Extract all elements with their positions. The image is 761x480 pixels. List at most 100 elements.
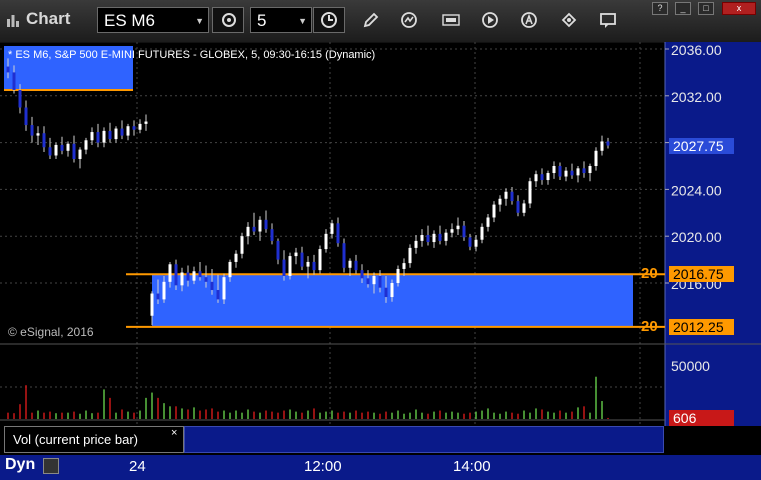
candle-body — [366, 278, 370, 285]
candle-body — [324, 233, 328, 250]
current-volume-badge: 606 — [669, 410, 734, 426]
candle-body — [168, 264, 172, 282]
chart-window: Chart ES M6 ▼ 5 ▼ ? _ □ x 2036.00 2032.0… — [0, 0, 761, 480]
window-title: Chart — [26, 9, 71, 28]
pencil-icon[interactable] — [362, 11, 380, 29]
candle-body — [228, 261, 232, 278]
candle-body — [222, 277, 226, 300]
candle-body — [138, 123, 142, 130]
candle-body — [348, 260, 352, 268]
candle-body — [270, 229, 274, 241]
candle-body — [210, 281, 214, 291]
candle-body — [408, 247, 412, 264]
minimize-button[interactable]: _ — [675, 2, 691, 15]
candle-body — [294, 252, 298, 257]
price-tick-label: 2032.00 — [671, 89, 722, 105]
candle-body — [234, 253, 238, 262]
candle-body — [60, 144, 64, 151]
candle-body — [180, 272, 184, 286]
candle-body — [276, 240, 280, 260]
candle-body — [462, 225, 466, 238]
candle-body — [522, 203, 526, 213]
candle-body — [360, 270, 364, 279]
candle-body — [510, 191, 514, 202]
candle-body — [54, 144, 58, 156]
price-tick-label: 2036.00 — [671, 42, 722, 58]
candle-body — [354, 260, 358, 271]
refresh-icon — [222, 13, 236, 27]
candle-body — [426, 235, 430, 243]
zone-count-label: 20 — [641, 265, 658, 282]
edit-icon[interactable] — [560, 11, 578, 29]
zone-price-badge: 2012.25 — [669, 319, 734, 335]
candle-body — [534, 174, 538, 182]
candle-body — [588, 166, 592, 174]
price-chart[interactable]: 2036.002032.002028.002024.002020.002016.… — [0, 42, 761, 455]
candle-body — [432, 233, 436, 243]
time-label: 14:00 — [453, 458, 491, 475]
candle-body — [516, 201, 520, 213]
candle-body — [78, 149, 82, 159]
price-tick-label: 2024.00 — [671, 182, 722, 198]
candle-body — [204, 277, 208, 282]
chevron-down-icon[interactable]: ▼ — [298, 8, 307, 34]
candle-body — [504, 191, 508, 199]
candle-body — [378, 275, 382, 288]
candle-body — [186, 272, 190, 281]
candle-body — [72, 143, 76, 159]
candle-body — [492, 204, 496, 218]
chevron-down-icon[interactable]: ▼ — [195, 8, 204, 34]
candle-body — [108, 130, 112, 140]
candle-body — [120, 128, 124, 136]
zone-count-label: 20 — [641, 318, 658, 335]
draw-tools-icon[interactable] — [400, 11, 418, 29]
candle-body — [570, 170, 574, 176]
candle-body — [132, 126, 136, 130]
candle-body — [114, 128, 118, 140]
candle-body — [282, 259, 286, 276]
maximize-button[interactable]: □ — [698, 2, 714, 15]
refresh-button[interactable] — [212, 7, 244, 33]
volume-axis-strip — [184, 426, 664, 453]
volume-study-label[interactable]: Vol (current price bar) — [4, 426, 184, 453]
lock-icon[interactable] — [43, 458, 59, 474]
candle-body — [198, 271, 202, 278]
candle-body — [576, 168, 580, 176]
alert-icon[interactable] — [520, 11, 538, 29]
candle-body — [330, 223, 334, 234]
candle-body — [546, 173, 550, 181]
candle-body — [6, 66, 10, 73]
chart-title: * ES M6, S&P 500 E-MINI FUTURES - GLOBEX… — [8, 49, 376, 61]
clock-icon — [321, 12, 337, 28]
interval-input[interactable]: 5 ▼ — [250, 7, 312, 33]
close-button[interactable]: x — [722, 2, 756, 15]
comment-icon[interactable] — [599, 11, 617, 29]
time-axis[interactable]: Dyn 24 12:00 14:00 — [0, 455, 761, 480]
candle-body — [12, 72, 16, 90]
symbol-input[interactable]: ES M6 ▼ — [97, 7, 209, 33]
help-button[interactable]: ? — [652, 2, 668, 15]
play-icon[interactable] — [481, 11, 499, 29]
candle-body — [48, 147, 52, 156]
volume-tick-label: 50000 — [671, 358, 710, 374]
time-template-button[interactable] — [313, 7, 345, 33]
dynamic-label[interactable]: Dyn — [5, 456, 35, 474]
time-label: 24 — [129, 458, 146, 475]
candle-body — [450, 229, 454, 233]
candle-body — [600, 141, 604, 151]
candle-body — [552, 166, 556, 174]
candle-body — [528, 181, 532, 204]
candle-body — [66, 143, 70, 151]
candle-body — [468, 237, 472, 247]
candle-body — [558, 166, 562, 177]
candle-body — [306, 261, 310, 267]
candle-body — [192, 271, 196, 281]
get-data-icon[interactable] — [442, 11, 460, 29]
candle-body — [594, 150, 598, 166]
candle-body — [474, 239, 478, 247]
time-label: 12:00 — [304, 458, 342, 475]
close-icon[interactable]: × — [171, 427, 177, 439]
candle-body — [384, 287, 388, 298]
candle-body — [342, 243, 346, 268]
candle-body — [24, 107, 28, 126]
